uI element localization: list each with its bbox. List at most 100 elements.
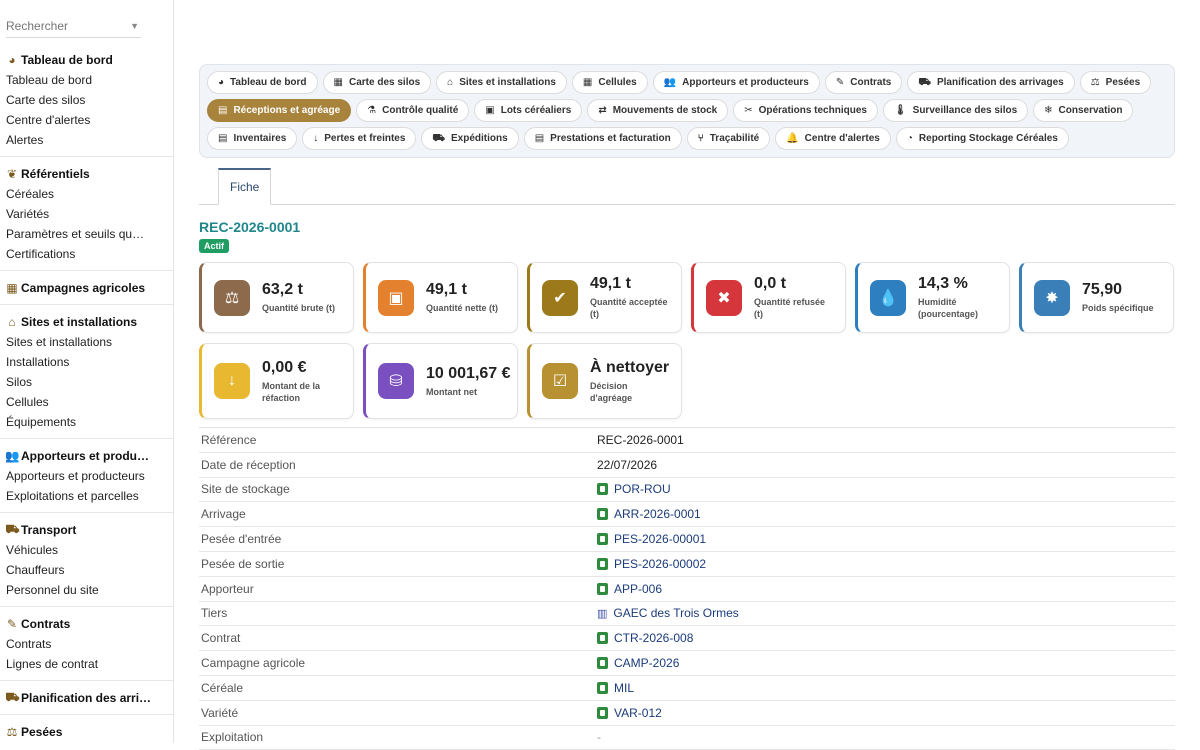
status-badge: Actif bbox=[199, 239, 229, 253]
detail-value-text[interactable]: ARR-2026-0001 bbox=[614, 507, 701, 521]
tab-label: Contrats bbox=[850, 77, 892, 88]
sidebar-item[interactable]: Carte des silos bbox=[6, 90, 173, 110]
sidebar-item[interactable]: Céréales bbox=[6, 184, 173, 204]
tab-module[interactable]: ⑂ Traçabilité bbox=[686, 127, 771, 150]
kpi-card: ▣ 49,1 t Quantité nette (t) bbox=[363, 262, 518, 333]
sidebar-item[interactable]: Véhicules bbox=[6, 540, 173, 560]
truck-loading-icon: ⛟ bbox=[918, 76, 931, 88]
sidebar-group-header[interactable]: ▦ Campagnes agricoles bbox=[6, 278, 173, 298]
record-link-icon bbox=[597, 582, 608, 595]
scale-icon: ⚖ bbox=[1090, 76, 1100, 88]
detail-value-text[interactable]: PES-2026-00002 bbox=[614, 557, 706, 571]
sidebar-item[interactable]: Lignes de contrat bbox=[6, 654, 173, 674]
detail-value[interactable]: APP-006 bbox=[597, 582, 662, 596]
sidebar-item[interactable]: Personnel du site bbox=[6, 580, 173, 600]
detail-value-text[interactable]: CTR-2026-008 bbox=[614, 631, 693, 645]
tab-module[interactable]: ⛟ Planification des arrivages bbox=[907, 71, 1075, 94]
detail-label: Variété bbox=[201, 705, 239, 720]
sidebar-group-header[interactable]: ⚖ Pesées bbox=[6, 722, 173, 742]
tab-module[interactable]: ◔ Reporting Stockage Céréales bbox=[895, 127, 1069, 150]
sidebar-item[interactable]: Apporteurs et producteurs bbox=[6, 466, 173, 486]
sidebar-group-header[interactable]: ✎ Contrats bbox=[6, 614, 173, 634]
detail-row: Référence REC-2026-0001 bbox=[199, 428, 1175, 453]
detail-value[interactable]: PES-2026-00002 bbox=[597, 557, 706, 571]
sidebar-item[interactable]: Chauffeurs bbox=[6, 560, 173, 580]
tab-module[interactable]: ⇄ Mouvements de stock bbox=[587, 99, 729, 122]
kpi-card-body: 0,00 € Montant de la réfaction bbox=[262, 359, 342, 404]
record-link-icon bbox=[597, 508, 608, 521]
tab-module[interactable]: 🔔 Centre d'alertes bbox=[775, 127, 891, 150]
sidebar-item[interactable]: Variétés bbox=[6, 204, 173, 224]
detail-value[interactable]: POR-ROU bbox=[597, 482, 671, 496]
tab-label: Cellules bbox=[598, 77, 637, 88]
sidebar-group-header[interactable]: ⌂ Sites et installations bbox=[6, 312, 173, 332]
detail-row: Arrivage ARR-2026-0001 bbox=[199, 502, 1175, 528]
tab-module[interactable]: ↓ Pertes et freintes bbox=[302, 127, 417, 150]
sidebar-group-header[interactable]: ❦ Référentiels bbox=[6, 164, 173, 184]
detail-value[interactable]: MIL bbox=[597, 681, 634, 695]
sidebar-item[interactable]: Silos bbox=[6, 372, 173, 392]
sidebar-item[interactable]: Équipements bbox=[6, 412, 173, 432]
tab-module[interactable]: ▦ Carte des silos bbox=[322, 71, 432, 94]
sidebar-item[interactable]: Alertes bbox=[6, 130, 173, 150]
sidebar-group-header[interactable]: ⛟Planification des arri… bbox=[6, 688, 173, 708]
tab-module[interactable]: ▦ Cellules bbox=[571, 71, 648, 94]
sidebar-group-header[interactable]: 👥 Apporteurs et produ… bbox=[6, 446, 173, 466]
detail-value-text[interactable]: PES-2026-00001 bbox=[614, 532, 706, 546]
record-link-icon bbox=[597, 706, 608, 719]
detail-value-text[interactable]: POR-ROU bbox=[614, 482, 671, 496]
sidebar-group-title: Référentiels bbox=[21, 167, 90, 181]
clipboard-check-icon: ☑ bbox=[542, 363, 578, 399]
sidebar-item[interactable]: Centre d'alertes bbox=[6, 110, 173, 130]
tab-module[interactable]: 👥 Apporteurs et producteurs bbox=[652, 71, 820, 94]
kpi-card: ⛁ 10 001,67 € Montant net bbox=[363, 343, 518, 419]
tab-module[interactable]: ▣ Lots céréaliers bbox=[474, 99, 583, 122]
sidebar-item[interactable]: Cellules bbox=[6, 392, 173, 412]
detail-value-text: 22/07/2026 bbox=[597, 457, 658, 472]
warehouse-icon: ⌂ bbox=[8, 315, 16, 329]
tab-module[interactable]: ⚖ Pesées bbox=[1079, 71, 1152, 94]
chevron-down-icon[interactable]: ▼ bbox=[130, 21, 139, 31]
tab-module[interactable]: ▤ Inventaires bbox=[207, 127, 298, 150]
tab-module[interactable]: ❄ Conservation bbox=[1033, 99, 1134, 122]
search-input[interactable] bbox=[6, 18, 116, 33]
sidebar-item[interactable]: Paramètres et seuils qual… bbox=[6, 224, 173, 244]
detail-value-text[interactable]: VAR-012 bbox=[614, 706, 662, 720]
detail-value[interactable]: ▥ GAEC des Trois Ormes bbox=[597, 606, 739, 620]
scale-icon: ⚖ bbox=[6, 725, 18, 739]
detail-value-text[interactable]: CAMP-2026 bbox=[614, 656, 679, 670]
sidebar-item[interactable]: Installations bbox=[6, 352, 173, 372]
record-tabs: Fiche bbox=[199, 168, 1175, 205]
detail-value[interactable]: PES-2026-00001 bbox=[597, 532, 706, 546]
tab-module[interactable]: 🌡 Surveillance des silos bbox=[882, 99, 1029, 122]
detail-value[interactable]: CTR-2026-008 bbox=[597, 631, 693, 645]
detail-value-text[interactable]: GAEC des Trois Ormes bbox=[613, 606, 738, 620]
sidebar-item[interactable]: Exploitations et parcelles bbox=[6, 486, 173, 506]
tab-fiche[interactable]: Fiche bbox=[218, 168, 272, 205]
tab-label: Carte des silos bbox=[349, 77, 421, 88]
detail-value[interactable]: CAMP-2026 bbox=[597, 656, 679, 670]
tab-module[interactable]: ⌂ Sites et installations bbox=[436, 71, 567, 94]
kpi-card-body: 75,90 Poids spécifique bbox=[1082, 281, 1154, 314]
sidebar-item[interactable]: Sites et installations bbox=[6, 332, 173, 352]
detail-value-text[interactable]: APP-006 bbox=[614, 582, 662, 596]
search-box[interactable]: ▼ bbox=[6, 14, 141, 38]
tab-module[interactable]: ⛟ Expéditions bbox=[421, 127, 519, 150]
detail-value-text[interactable]: MIL bbox=[614, 681, 634, 695]
sidebar-item[interactable]: Tableau de bord bbox=[6, 70, 173, 90]
sidebar-group-header[interactable]: ⛟Transport bbox=[6, 520, 173, 540]
tab-module[interactable]: ✎ Contrats bbox=[824, 71, 903, 94]
sidebar-item[interactable]: Certifications bbox=[6, 244, 173, 264]
tab-module[interactable]: ◕ Tableau de bord bbox=[207, 71, 318, 94]
detail-row: Céréale MIL bbox=[199, 676, 1175, 701]
tab-module[interactable]: ▤ Prestations et facturation bbox=[523, 127, 682, 150]
tab-module[interactable]: ▤ Réceptions et agréage bbox=[207, 99, 352, 122]
sidebar-group-header[interactable]: ◕ Tableau de bord bbox=[6, 50, 173, 70]
sidebar: ▼ ◕Tableau de bordTableau de bordCarte d… bbox=[0, 0, 174, 743]
sidebar-group-title: Contrats bbox=[21, 617, 71, 631]
detail-value[interactable]: ARR-2026-0001 bbox=[597, 507, 701, 521]
tab-module[interactable]: ⚗ Contrôle qualité bbox=[356, 99, 470, 122]
sidebar-item[interactable]: Contrats bbox=[6, 634, 173, 654]
tab-module[interactable]: ✂ Opérations techniques bbox=[733, 99, 878, 122]
detail-value[interactable]: VAR-012 bbox=[597, 706, 662, 720]
